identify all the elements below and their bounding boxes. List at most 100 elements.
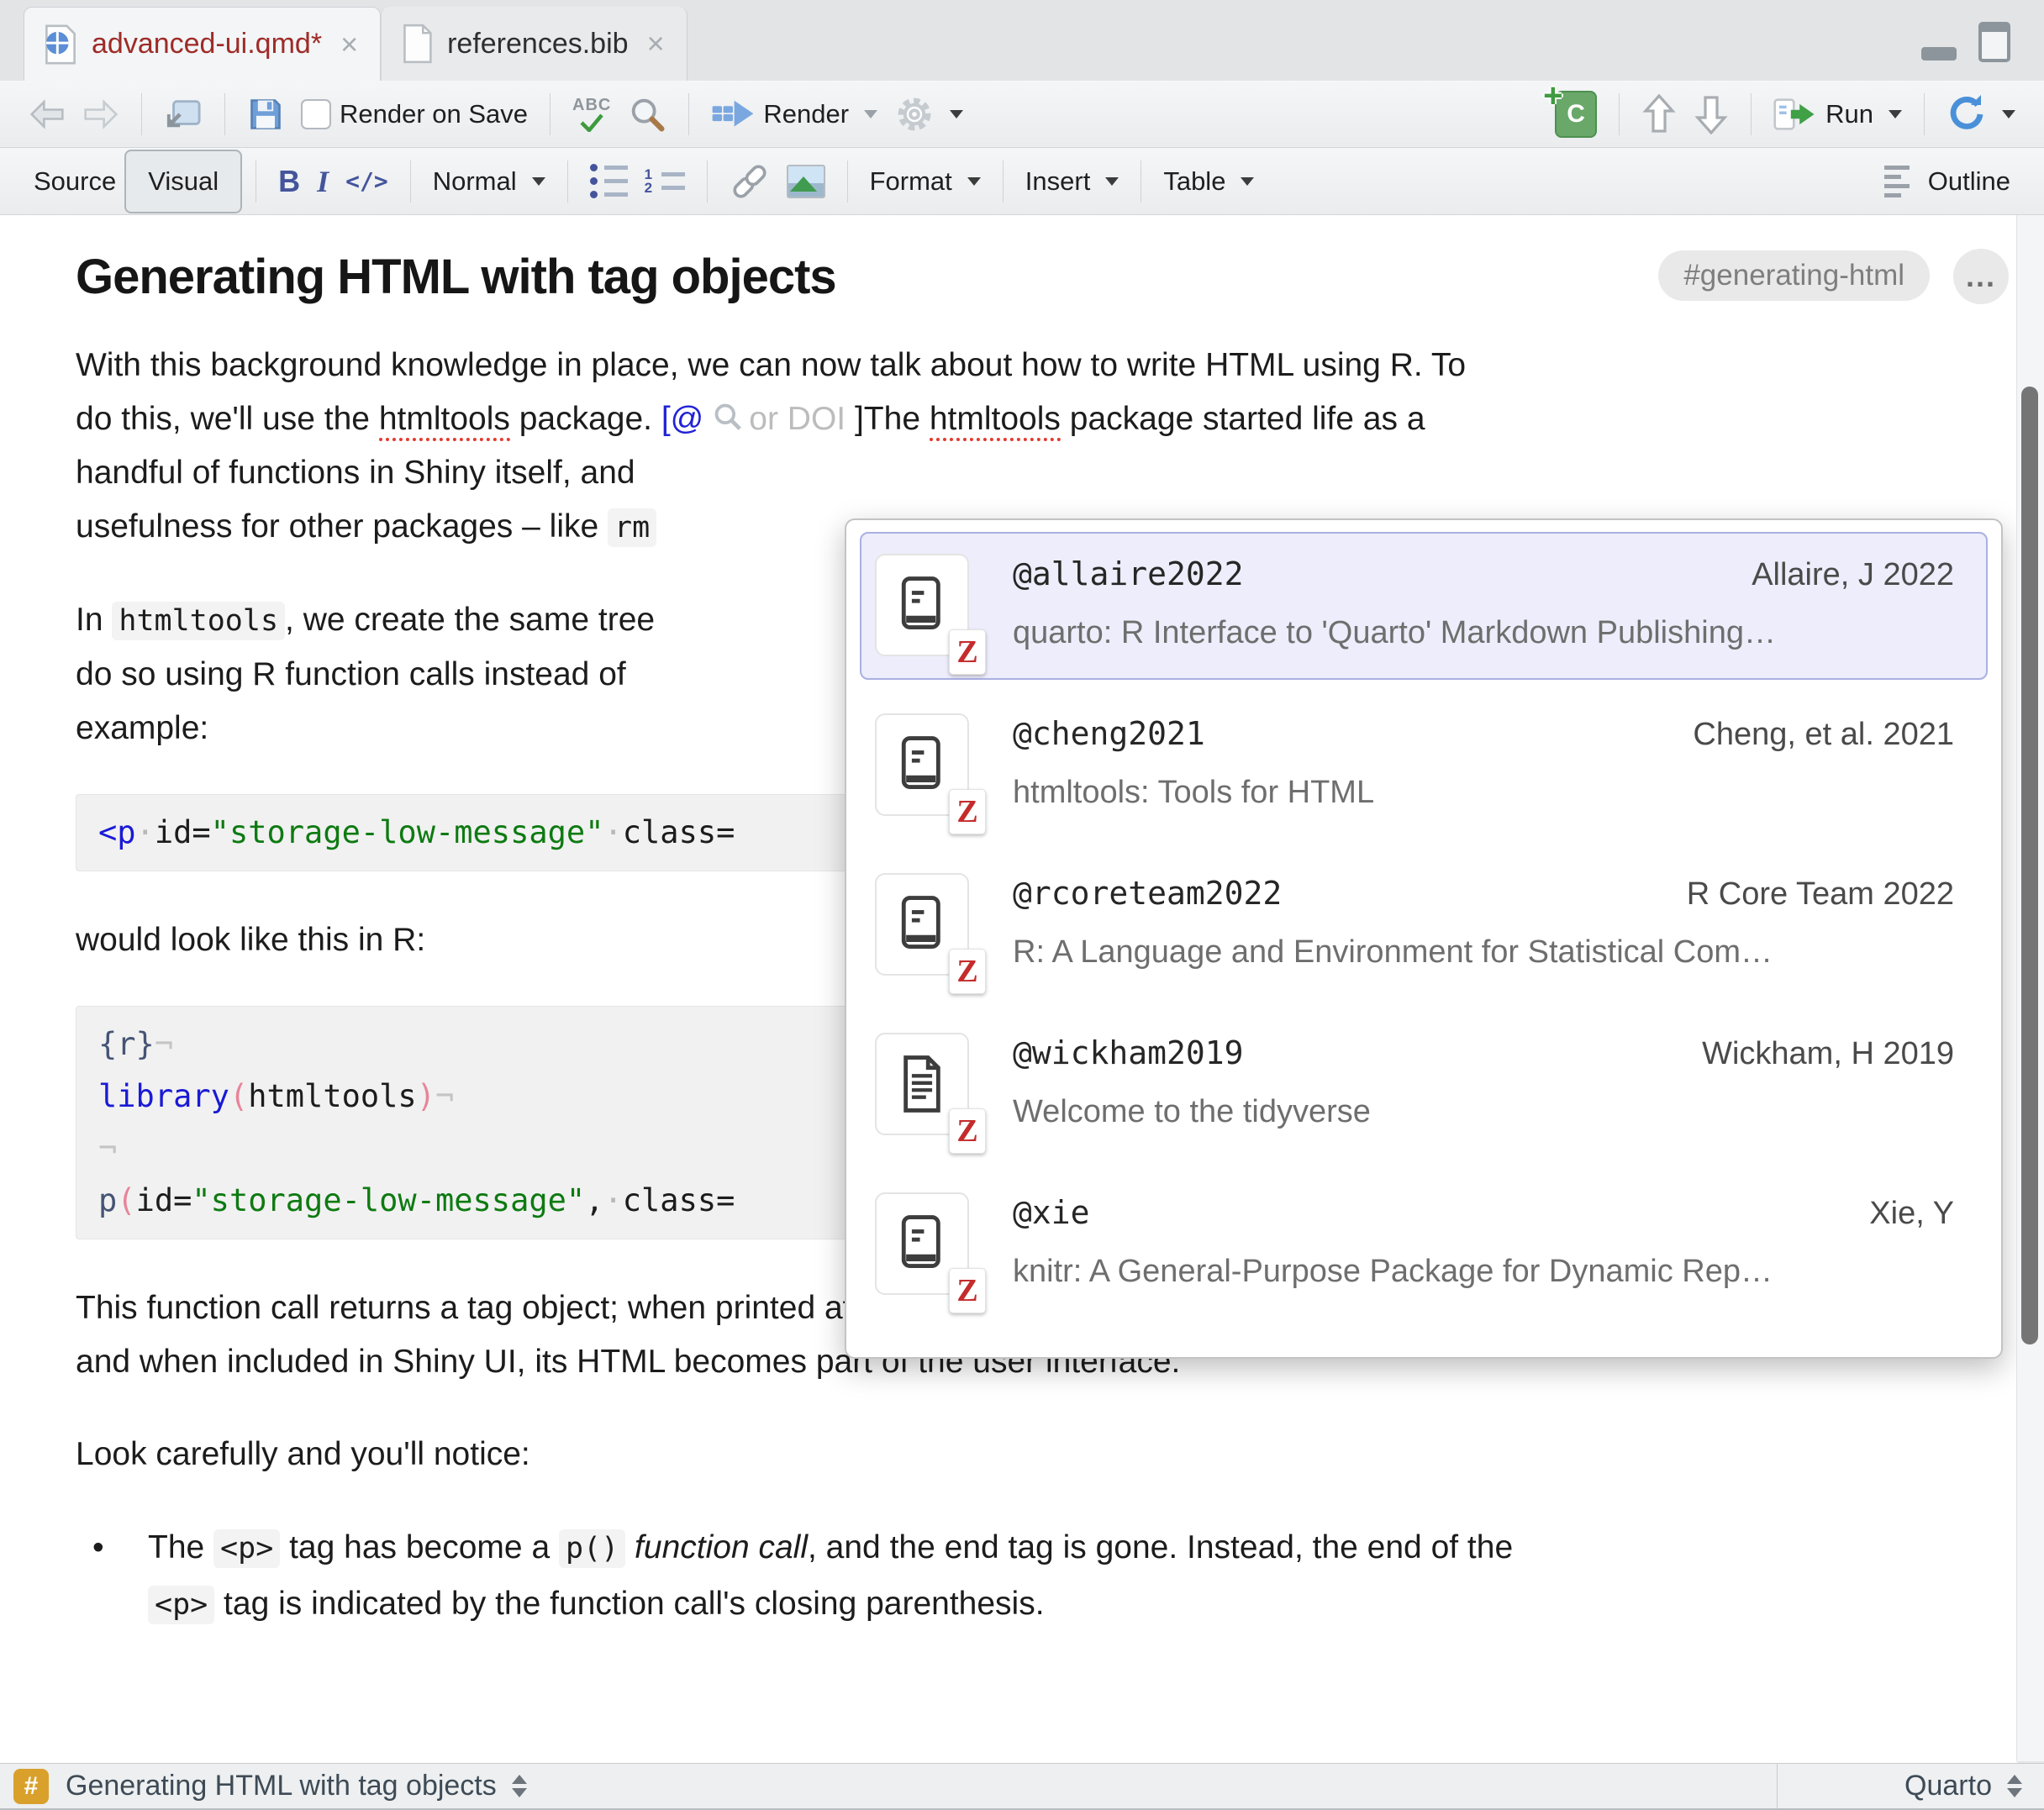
back-arrow-icon [29,98,66,130]
citation-title: R: A Language and Environment for Statis… [1013,934,1954,971]
heading-more-button[interactable]: ... [1953,249,2009,304]
outline-toggle-button[interactable]: Outline [1876,156,2019,207]
section-navigator[interactable]: Generating HTML with tag objects [66,1770,497,1802]
citation-id: @allaire2022 [1013,555,1244,592]
run-button[interactable]: Run [1765,89,1910,139]
chevron-down-icon [1105,177,1119,186]
bullet-list: • The <p> tag has become a p() function … [76,1520,2009,1633]
citation-id: @rcoreteam2022 [1013,875,1282,912]
render-button[interactable]: Render [703,89,886,139]
citation-source-icon: Z [875,1033,969,1135]
citation-title: quarto: R Interface to 'Quarto' Markdown… [1013,615,1954,651]
citation-id: @cheng2021 [1013,715,1205,752]
spellcheck-button[interactable]: ABC [564,89,619,139]
inline-code: rm [608,508,656,547]
separator [1003,160,1004,203]
save-floppy-icon [247,96,284,133]
insert-chunk-button[interactable]: C+ [1546,89,1605,139]
insert-menu[interactable]: Insert [1017,156,1128,207]
format-menu[interactable]: Format [861,156,989,207]
find-replace-button[interactable] [619,89,675,139]
citation-author: Cheng, et al. 2021 [1693,717,1954,753]
open-in-new-window-button[interactable] [155,89,211,139]
run-dropdown-caret-icon[interactable] [1889,110,1902,118]
separator [141,93,142,135]
citation-title: htmltools: Tools for HTML [1013,775,1954,811]
citation-completion-popup: Z @allaire2022 Allaire, J 2022 quarto: R… [845,518,2003,1359]
render-dropdown-caret-icon[interactable] [864,110,877,118]
inline-code: <p> [148,1586,214,1624]
separator [688,93,689,135]
bold-button[interactable]: B [270,156,308,207]
italic-button[interactable]: I [308,156,337,207]
separator [410,160,411,203]
separator [847,160,848,203]
forward-arrow-icon [82,98,119,130]
up-arrow-icon [1641,94,1677,134]
list-item: • The <p> tag has become a p() function … [92,1520,2009,1633]
render-icon [711,97,755,131]
citation-item-wickham2019[interactable]: Z @wickham2019 Wickham, H 2019 Welcome t… [860,1011,1988,1159]
checkbox-unchecked-icon[interactable] [301,99,331,129]
insert-link-button[interactable] [721,156,778,207]
file-icon [400,24,434,64]
minimize-pane-icon[interactable] [1921,47,1957,61]
link-icon [730,163,770,200]
inline-code: htmltools [112,602,285,640]
vertical-scrollbar[interactable] [2016,215,2044,1761]
rstudio-source-pane: advanced-ui.qmd* × references.bib × [0,0,2044,1810]
go-previous-section-button[interactable] [1633,89,1685,139]
gear-dropdown-caret-icon[interactable] [950,110,963,118]
paragraph-5: Look carefully and you'll notice: [76,1428,2009,1481]
document-format-selector[interactable]: Quarto [1777,1764,2044,1808]
tab-advanced-ui-qmd[interactable]: advanced-ui.qmd* × [24,7,381,81]
citation-item-cheng2021[interactable]: Z @cheng2021 Cheng, et al. 2021 htmltool… [860,692,1988,839]
citation-id: @wickham2019 [1013,1034,1244,1071]
insert-image-button[interactable] [778,156,834,207]
visual-mode-button[interactable]: Visual [124,150,242,213]
table-menu[interactable]: Table [1155,156,1262,207]
document-heading: Generating HTML with tag objects [76,249,1658,305]
separator [1751,93,1752,135]
numbered-list-icon: 1 2 [645,171,685,192]
citation-source-icon: Z [875,873,969,976]
numbered-list-button[interactable]: 1 2 [636,156,693,207]
render-settings-button[interactable] [886,89,972,139]
rerun-icon [1947,94,1987,134]
render-on-save-label: Render on Save [340,99,528,129]
forward-button[interactable] [74,89,128,139]
back-button[interactable] [20,89,74,139]
rerun-dropdown-caret-icon[interactable] [2002,110,2015,118]
run-label: Run [1825,99,1873,129]
inline-code: <p> [213,1529,280,1568]
inline-code: p() [559,1529,625,1568]
status-bar: # Generating HTML with tag objects Quart… [0,1763,2044,1810]
main-toolbar: Render on Save ABC Render [0,81,2044,148]
go-next-section-button[interactable] [1685,89,1737,139]
zotero-icon: Z [949,1108,986,1154]
paragraph-style-dropdown[interactable]: Normal [424,156,554,207]
source-mode-button[interactable]: Source [25,156,124,207]
close-tab-icon[interactable]: × [340,29,358,60]
citation-item-allaire2022[interactable]: Z @allaire2022 Allaire, J 2022 quarto: R… [860,532,1988,680]
rerun-button[interactable] [1938,89,2024,139]
inline-code-button[interactable]: </> [337,156,397,207]
citation-open-marker: [@ [661,401,703,437]
visual-editor-canvas[interactable]: Generating HTML with tag objects #genera… [0,215,2017,1763]
section-selector-arrows-icon[interactable] [512,1775,527,1797]
save-button[interactable] [239,89,292,139]
maximize-pane-icon[interactable] [1978,22,2010,62]
bullet-list-icon [590,164,628,198]
quarto-file-icon [43,24,78,65]
misspelled-word: htmltools [379,401,510,441]
tab-references-bib[interactable]: references.bib × [381,7,687,81]
scrollbar-thumb[interactable] [2021,387,2038,1344]
close-tab-icon[interactable]: × [647,29,665,59]
citation-item-rcoreteam2022[interactable]: Z @rcoreteam2022 R Core Team 2022 R: A L… [860,851,1988,999]
chevron-down-icon [532,177,545,186]
render-on-save-checkbox[interactable]: Render on Save [292,89,536,139]
citation-item-xie[interactable]: Z @xie Xie, Y knitr: A General-Purpose P… [860,1171,1988,1318]
gear-icon [894,94,935,134]
run-icon [1773,96,1817,133]
bullet-list-button[interactable] [582,156,636,207]
